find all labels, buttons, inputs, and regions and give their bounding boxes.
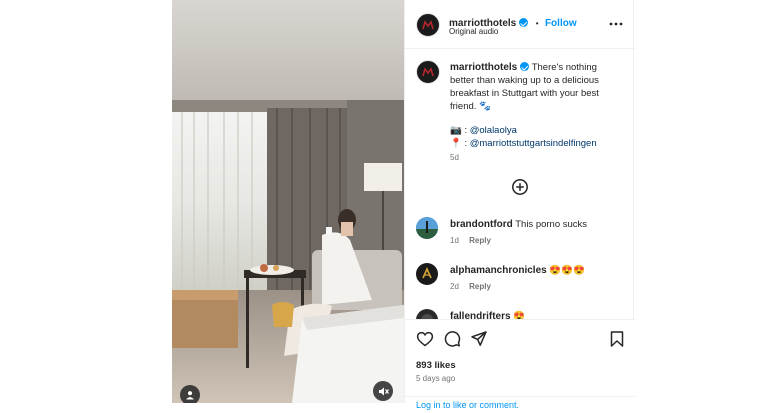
commenter-avatar[interactable] — [416, 309, 438, 319]
commenter-avatar[interactable] — [416, 263, 438, 285]
comment-text: 😍😍😍 — [549, 265, 585, 276]
comment-text: 😍 — [513, 311, 526, 319]
instagram-post-viewer: marriotthotels • Follow Original audio m… — [0, 0, 768, 410]
location-credit-line: 📍 : @marriottstuttgartsindelfingen — [450, 137, 597, 150]
user-tag-icon — [186, 391, 194, 400]
commenter-username[interactable]: brandontford — [450, 219, 513, 230]
more-options-button[interactable] — [607, 15, 625, 33]
plus-circle-icon — [512, 179, 528, 195]
caption-age: 5d — [450, 153, 459, 162]
share-icon — [471, 331, 487, 346]
mute-toggle-button[interactable] — [373, 381, 393, 401]
heart-icon — [416, 331, 434, 347]
commenter-username[interactable]: fallendrifters — [450, 311, 511, 319]
login-prompt: Log in to like or comment. — [405, 396, 635, 413]
share-button[interactable] — [470, 330, 488, 348]
load-more-comments-button[interactable] — [511, 178, 529, 196]
post-header: marriotthotels • Follow Original audio — [405, 0, 635, 49]
caption-author-username[interactable]: marriotthotels — [450, 62, 517, 73]
comment-body: fallendrifters 😍 — [450, 310, 525, 319]
hotel-room-photo — [172, 0, 404, 403]
pin-credit-prefix: 📍 : — [450, 138, 468, 149]
user-tag-button[interactable] — [180, 385, 200, 403]
post-actions: 893 likes 5 days ago Log in to like or c… — [405, 319, 635, 410]
verified-badge-icon — [519, 18, 529, 27]
avatar-photo-icon — [421, 314, 433, 319]
caption: marriotthotels There's nothing better th… — [450, 61, 610, 113]
comment-meta: 2d Reply — [450, 282, 491, 291]
login-prompt-text[interactable]: Log in to like or comment. — [416, 400, 519, 410]
comment-meta: 1d Reply — [450, 236, 491, 245]
hotel-mention-link[interactable]: @marriottstuttgartsindelfingen — [470, 138, 597, 149]
photographer-mention-link[interactable]: @olalaolya — [470, 125, 517, 136]
caption-author-avatar[interactable] — [416, 60, 440, 84]
comment-item: brandontford This porno sucks 1d Reply — [405, 215, 635, 255]
reply-button[interactable]: Reply — [469, 236, 491, 245]
separator-dot: • — [535, 19, 539, 28]
comment-icon — [444, 331, 461, 347]
comment-text: This porno sucks — [515, 219, 588, 230]
like-button[interactable] — [416, 330, 434, 348]
comment-body: alphamanchronicles 😍😍😍 — [450, 264, 585, 277]
bookmark-icon — [610, 331, 624, 347]
post-date: 5 days ago — [416, 374, 456, 383]
post-media[interactable] — [172, 0, 404, 403]
camera-credit-prefix: 📷 : — [450, 125, 468, 136]
commenter-username[interactable]: alphamanchronicles — [450, 265, 547, 276]
comment-item: fallendrifters 😍 — [405, 307, 635, 319]
likes-count[interactable]: 893 likes — [416, 360, 456, 371]
comment-body: brandontford This porno sucks — [450, 218, 587, 231]
author-avatar[interactable] — [416, 13, 440, 37]
avatar-logo-icon — [422, 267, 432, 279]
original-audio-link[interactable]: Original audio — [449, 27, 498, 36]
follow-button[interactable]: Follow — [545, 18, 577, 29]
commenter-avatar[interactable] — [416, 217, 438, 239]
verified-badge-icon — [520, 62, 530, 71]
comment-item: alphamanchronicles 😍😍😍 2d Reply — [405, 261, 635, 301]
marriott-logo-icon — [422, 67, 434, 77]
comment-age: 2d — [450, 282, 459, 291]
post-details-panel: marriotthotels • Follow Original audio m… — [404, 0, 635, 410]
comment-button[interactable] — [443, 330, 461, 348]
comments-list[interactable]: marriotthotels There's nothing better th… — [405, 49, 635, 319]
avatar-photo-icon — [416, 217, 438, 239]
marriott-logo-icon — [422, 20, 434, 30]
muted-speaker-icon — [378, 387, 389, 395]
more-options-icon — [609, 22, 623, 26]
comment-age: 1d — [450, 236, 459, 245]
save-button[interactable] — [608, 330, 626, 348]
photo-credit-line: 📷 : @olalaolya — [450, 124, 517, 137]
reply-button[interactable]: Reply — [469, 282, 491, 291]
